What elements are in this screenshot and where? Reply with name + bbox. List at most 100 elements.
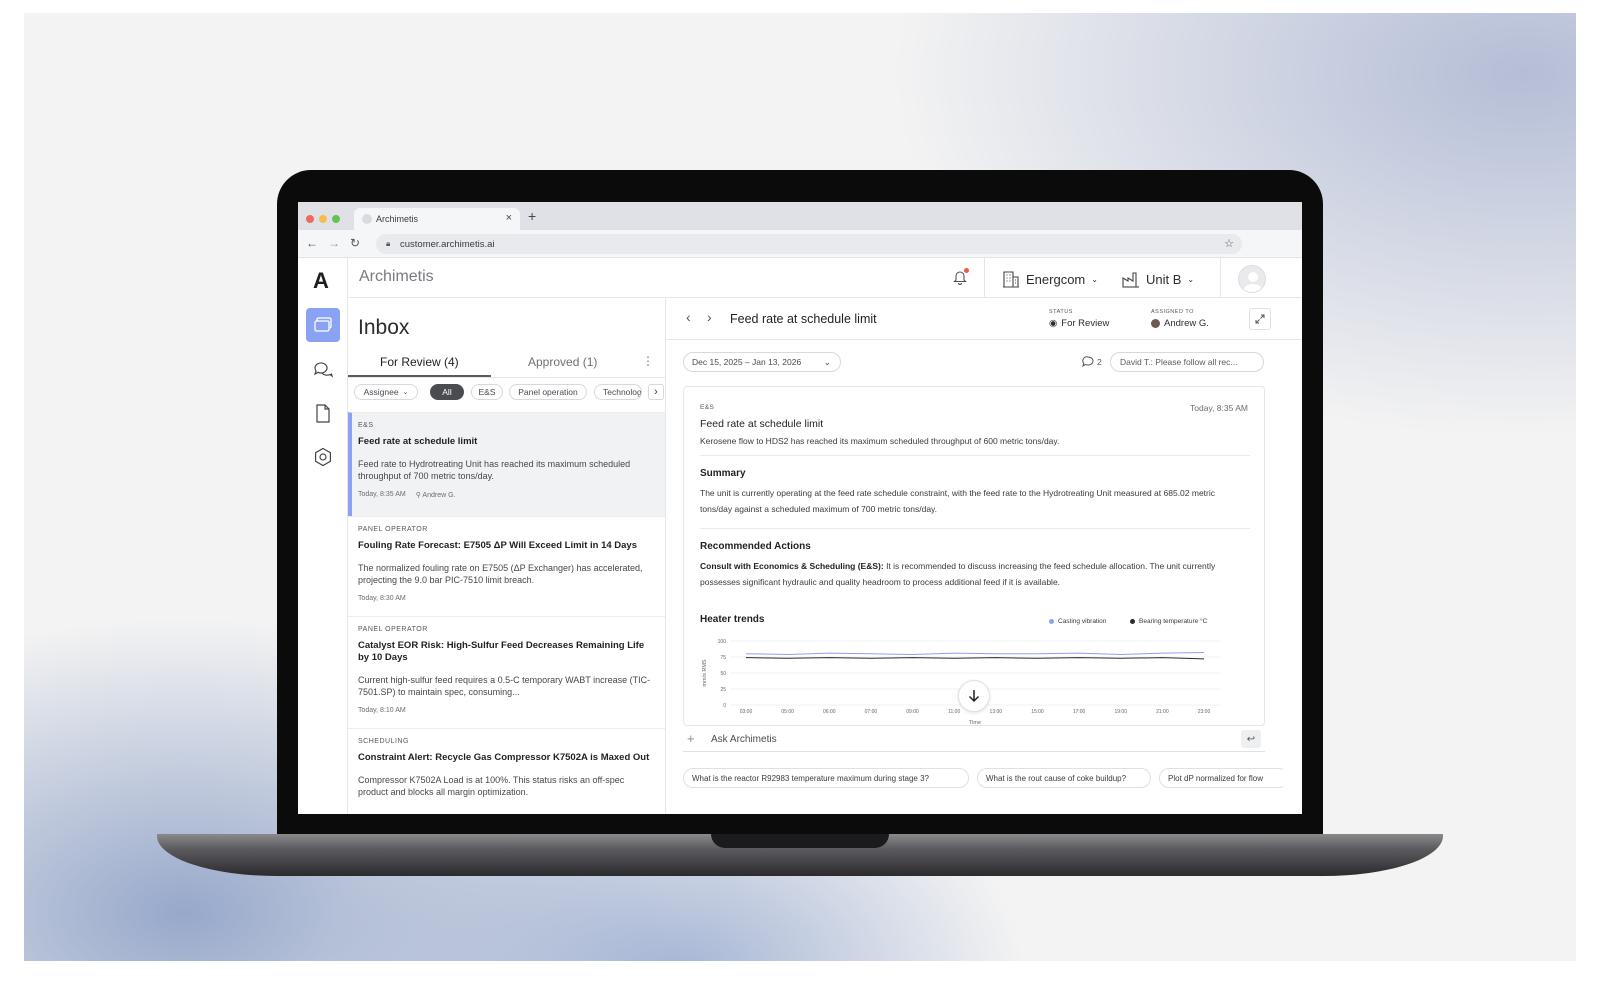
scroll-down-button[interactable] <box>958 680 990 712</box>
more-options-icon[interactable]: ⋮ <box>642 354 654 368</box>
item-meta: Today, 8:30 AM <box>358 595 656 602</box>
building-icon <box>1003 271 1019 288</box>
close-tab-icon[interactable]: × <box>506 212 512 224</box>
chat-nav-button[interactable] <box>306 352 340 386</box>
assignee-badge[interactable]: Andrew G. <box>1151 318 1209 329</box>
tab-approved[interactable]: Approved (1) <box>528 355 597 369</box>
detail-title: Feed rate at schedule limit <box>730 312 877 326</box>
active-tab-indicator <box>348 375 491 377</box>
inbox-title: Inbox <box>358 316 410 339</box>
y-tick-label: 0 <box>723 703 726 709</box>
user-icon <box>1243 272 1263 292</box>
factory-icon <box>1122 272 1139 288</box>
app-title: Archimetis <box>359 268 434 285</box>
inbox-item[interactable]: PANEL OPERATOR Catalyst EOR Risk: High-S… <box>348 616 665 728</box>
insight-card: E&S Today, 8:35 AM Feed rate at schedule… <box>683 386 1265 726</box>
expand-button[interactable] <box>1249 308 1271 330</box>
org-selector[interactable]: Energcom ⌄ <box>1002 270 1098 288</box>
item-category: SCHEDULING <box>358 738 409 745</box>
legend-swatch <box>1130 619 1135 624</box>
inbox-nav-button[interactable] <box>306 308 340 342</box>
filter-chip-es[interactable]: E&S <box>471 384 503 400</box>
user-avatar[interactable] <box>1238 265 1266 293</box>
chevron-right-icon[interactable]: › <box>707 309 712 325</box>
chevron-right-icon[interactable]: › <box>648 384 664 400</box>
y-tick-label: 75 <box>720 655 726 661</box>
header-divider <box>984 258 985 298</box>
archimetis-logo: A <box>313 268 329 293</box>
item-title: Constraint Alert: Recycle Gas Compressor… <box>358 752 650 763</box>
url-bar[interactable]: 🔒︎ customer.archimetis.ai ☆ <box>376 234 1242 254</box>
x-tick-label: 07:00 <box>865 709 878 715</box>
inbox-icon <box>314 317 332 332</box>
x-tick-label: 21:00 <box>1156 709 1169 715</box>
bookmark-star-icon[interactable]: ☆ <box>1224 237 1234 250</box>
back-icon[interactable]: ← <box>306 236 318 250</box>
reload-icon[interactable]: ↻ <box>350 236 360 250</box>
item-category: PANEL OPERATOR <box>358 626 428 633</box>
item-title: Feed rate at schedule limit <box>358 436 478 447</box>
laptop-base <box>157 834 1443 876</box>
chevron-down-icon: ⌄ <box>1091 274 1098 284</box>
latest-comment-preview[interactable]: David T.: Please follow all rec... <box>1110 352 1264 372</box>
chevron-left-icon[interactable]: ‹ <box>686 309 691 325</box>
inbox-item[interactable]: SCHEDULING Constraint Alert: Recycle Gas… <box>348 728 665 814</box>
x-tick-label: 03:00 <box>740 709 753 715</box>
x-tick-label: 05:00 <box>781 709 794 715</box>
card-category: E&S <box>700 404 715 411</box>
forward-icon[interactable]: → <box>328 236 340 250</box>
filter-chip-technology[interactable]: Technology <box>594 384 642 400</box>
item-description: Feed rate to Hydrotreating Unit has reac… <box>358 459 631 481</box>
inbox-item[interactable]: E&S Feed rate at schedule limit Feed rat… <box>348 412 665 516</box>
card-timestamp: Today, 8:35 AM <box>1190 403 1248 413</box>
browser-tab[interactable]: Archimetis × <box>354 208 520 230</box>
filter-chip-panel-operation[interactable]: Panel operation <box>509 384 587 400</box>
comments-toggle[interactable]: 2 <box>1082 356 1102 367</box>
unit-selector[interactable]: Unit B ⌄ <box>1122 270 1194 288</box>
item-description: The normalized fouling rate on E7505 (ΔP… <box>358 563 643 585</box>
inbox-tabs: For Review (4) Approved (1) ⋮ <box>348 350 665 378</box>
suggestion-chip[interactable]: Plot dP normalized for flow <box>1159 768 1283 788</box>
legend-item-vibration[interactable]: Casting vibration <box>1049 618 1106 625</box>
date-range-picker[interactable]: Dec 15, 2025 – Jan 13, 2026 ⌄ <box>683 352 841 372</box>
inbox-item[interactable]: PANEL OPERATOR Fouling Rate Forecast: E7… <box>348 516 665 616</box>
close-window-icon[interactable] <box>306 215 314 223</box>
y-tick-label: 50 <box>720 671 726 677</box>
notifications-button[interactable] <box>953 268 969 290</box>
legend-label: Casting vibration <box>1058 618 1107 625</box>
item-description: Current high-sulfur feed requires a 0.5-… <box>358 675 651 697</box>
item-category: E&S <box>358 422 374 429</box>
send-icon[interactable]: ↩ <box>1241 730 1261 748</box>
favicon-icon <box>362 214 372 224</box>
assignee-filter[interactable]: Assignee ⌄ <box>354 384 418 400</box>
y-axis-label: mm/s RMS <box>702 659 708 687</box>
card-title: Feed rate at schedule limit <box>700 418 824 430</box>
detail-panel: ‹ › Feed rate at schedule limit STATUS ◉… <box>666 298 1302 814</box>
expand-icon <box>1255 314 1265 324</box>
unit-selector-label: Unit B <box>1146 271 1182 287</box>
maximize-window-icon[interactable] <box>332 215 340 223</box>
suggestion-chip[interactable]: What is the reactor R92983 temperature m… <box>683 768 969 788</box>
app: A Archimetis Energcom ⌄ Unit B ⌄ Inbox F… <box>298 258 1302 814</box>
item-title: Catalyst EOR Risk: High-Sulfur Feed Decr… <box>358 640 645 663</box>
x-tick-label: 09:00 <box>906 709 919 715</box>
documents-nav-button[interactable] <box>306 396 340 430</box>
ask-input-bar[interactable]: + Ask Archimetis ↩ <box>683 728 1265 752</box>
y-tick-label: 25 <box>720 687 726 693</box>
action-lead: Consult with Economics & Scheduling (E&S… <box>700 561 884 571</box>
tab-for-review[interactable]: For Review (4) <box>380 355 459 369</box>
comment-icon <box>1082 356 1094 367</box>
item-description: Compressor K7502A Load is at 100%. This … <box>358 775 625 797</box>
status-badge: ◉ For Review <box>1049 318 1109 329</box>
series-line-bearing <box>745 657 1205 660</box>
add-attachment-icon[interactable]: + <box>687 731 695 746</box>
new-tab-icon[interactable]: + <box>528 208 536 224</box>
minimize-window-icon[interactable] <box>319 215 327 223</box>
header-divider <box>1220 258 1221 298</box>
summary-heading: Summary <box>700 468 746 479</box>
filter-chip-all[interactable]: All <box>430 384 464 400</box>
settings-nav-button[interactable] <box>306 440 340 474</box>
suggestion-chip[interactable]: What is the rout cause of coke buildup? <box>977 768 1151 788</box>
date-range-value: Dec 15, 2025 – Jan 13, 2026 <box>692 357 802 367</box>
legend-item-bearing[interactable]: Bearing temperature °C <box>1130 618 1207 625</box>
